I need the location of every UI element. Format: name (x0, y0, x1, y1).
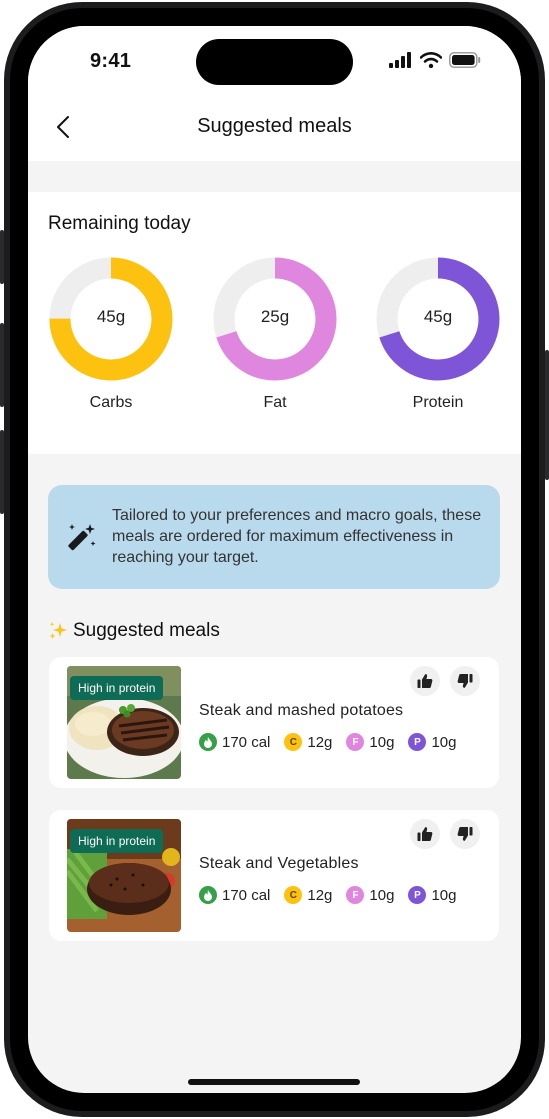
thumbs-down-button[interactable] (450, 819, 480, 849)
thumbs-up-icon (417, 674, 433, 688)
fat-value: 10g (369, 733, 395, 751)
high-protein-badge: High in protein (70, 676, 164, 700)
status-bar: 9:41 (28, 26, 521, 94)
side-button-volume-up (0, 323, 4, 407)
carbs-value: 12g (307, 886, 333, 904)
ring-label: Fat (263, 394, 287, 411)
thumbs-up-icon (417, 827, 433, 841)
signal-icon (389, 52, 411, 68)
side-button-power (545, 350, 549, 480)
thumbs-down-icon (457, 674, 473, 688)
macro-protein: P 10g (408, 733, 456, 751)
macro-fat: F 10g (346, 733, 394, 751)
meal-card[interactable]: High in protein Steak and Vegetables 170… (49, 810, 499, 941)
thumbs-down-icon (457, 827, 473, 841)
macro-calories: 170 cal (199, 733, 270, 751)
remaining-today-section: Remaining today 45g Carbs 25g Fat 45g Pr (28, 192, 521, 454)
macro-fat: F 10g (346, 886, 394, 904)
side-button-action (0, 230, 4, 284)
fat-f-icon: F (346, 733, 365, 751)
battery-icon (449, 52, 481, 68)
calories-value: 170 cal (222, 733, 271, 751)
meal-macros: 170 cal C 12g F 10g P 10g (199, 733, 470, 751)
macro-calories: 170 cal (199, 886, 270, 904)
dynamic-island (196, 39, 353, 85)
calories-value: 170 cal (222, 886, 271, 904)
meal-macros: 170 cal C 12g F 10g P 10g (199, 886, 470, 904)
section-title-suggested: Suggested meals (48, 620, 220, 642)
protein-p-icon: P (408, 886, 427, 904)
info-text: Tailored to your preferences and macro g… (112, 507, 482, 566)
protein-p-icon: P (408, 733, 427, 751)
wifi-icon (420, 52, 442, 68)
ring-value: 45g (423, 307, 453, 326)
sparkles-icon (49, 622, 67, 639)
screen: 9:41 Suggested meals Remaining today 45g… (28, 26, 521, 1093)
ring-value: 25g (260, 307, 290, 326)
fat-value: 10g (369, 886, 395, 904)
meal-card[interactable]: High in protein Steak and mashed potatoe… (49, 657, 499, 788)
status-icons (389, 52, 481, 68)
carbs-c-icon: C (284, 886, 303, 904)
flame-icon (199, 886, 217, 904)
macro-ring-fat: 25g Fat (212, 256, 338, 411)
ring-value: 45g (96, 307, 126, 326)
home-indicator[interactable] (188, 1079, 360, 1085)
meal-image-steak-vegetables: High in protein (67, 819, 181, 932)
macro-ring-carbs: 45g Carbs (48, 256, 174, 411)
carbs-c-icon: C (284, 733, 303, 751)
top-nav: Suggested meals (28, 94, 521, 161)
protein-value: 10g (431, 886, 457, 904)
fat-f-icon: F (346, 886, 365, 904)
thumbs-up-button[interactable] (410, 819, 440, 849)
magic-wand-icon (68, 524, 96, 551)
side-button-volume-down (0, 430, 4, 514)
status-time: 9:41 (90, 50, 132, 72)
meal-image-steak-mashed-potatoes: High in protein (67, 666, 181, 779)
macro-carbs: C 12g (284, 733, 332, 751)
meal-name: Steak and Vegetables (199, 855, 359, 872)
macro-protein: P 10g (408, 886, 456, 904)
ring-label: Protein (412, 394, 464, 411)
section-title-remaining: Remaining today (48, 213, 191, 234)
thumbs-down-button[interactable] (450, 666, 480, 696)
thumbs-up-button[interactable] (410, 666, 440, 696)
suggested-title-label: Suggested meals (73, 620, 220, 641)
carbs-value: 12g (307, 733, 333, 751)
info-banner: Tailored to your preferences and macro g… (48, 485, 500, 589)
protein-value: 10g (431, 733, 457, 751)
macro-carbs: C 12g (284, 886, 332, 904)
meal-name: Steak and mashed potatoes (199, 702, 404, 719)
macro-ring-protein: 45g Protein (375, 256, 501, 411)
ring-label: Carbs (89, 394, 133, 411)
flame-icon (199, 733, 217, 751)
page-title: Suggested meals (197, 115, 352, 137)
high-protein-badge: High in protein (70, 829, 164, 853)
